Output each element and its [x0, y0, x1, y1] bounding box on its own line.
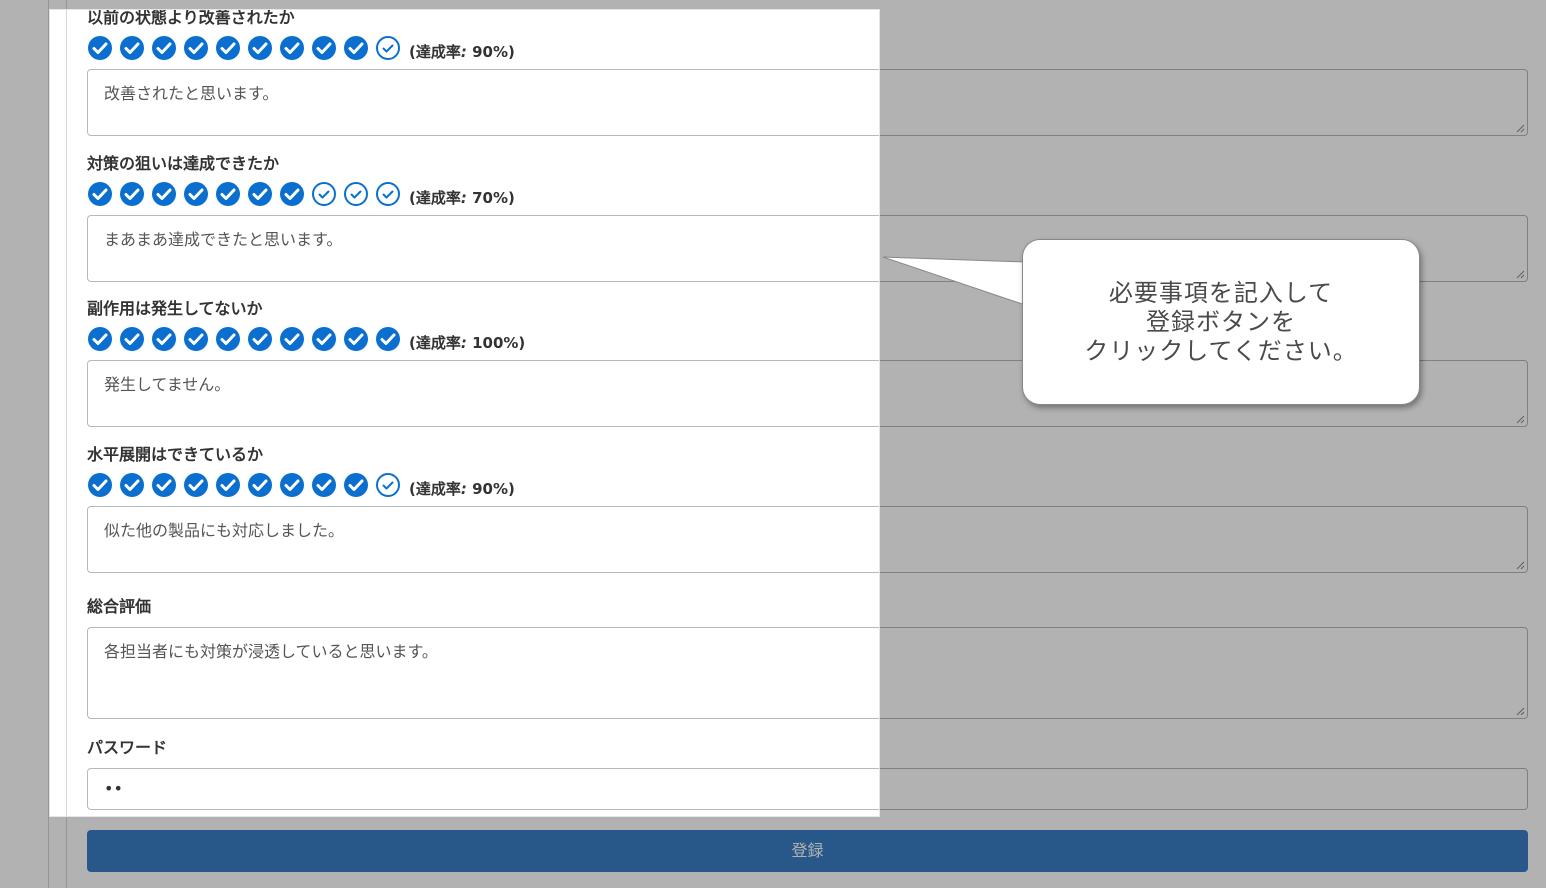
callout-line-1: 必要事項を記入して [1108, 278, 1334, 307]
dim-overlay-left [0, 9, 49, 817]
callout-pointer [882, 256, 1027, 306]
tutorial-spotlight [49, 9, 880, 817]
dim-overlay-right [880, 9, 1546, 817]
dim-overlay-top [0, 0, 1546, 9]
dim-overlay-bottom [0, 817, 1546, 888]
tutorial-callout: 必要事項を記入して 登録ボタンを クリックしてください。 [1022, 239, 1420, 405]
callout-line-2: 登録ボタンを [1146, 307, 1296, 336]
callout-line-3: クリックしてください。 [1084, 336, 1358, 365]
